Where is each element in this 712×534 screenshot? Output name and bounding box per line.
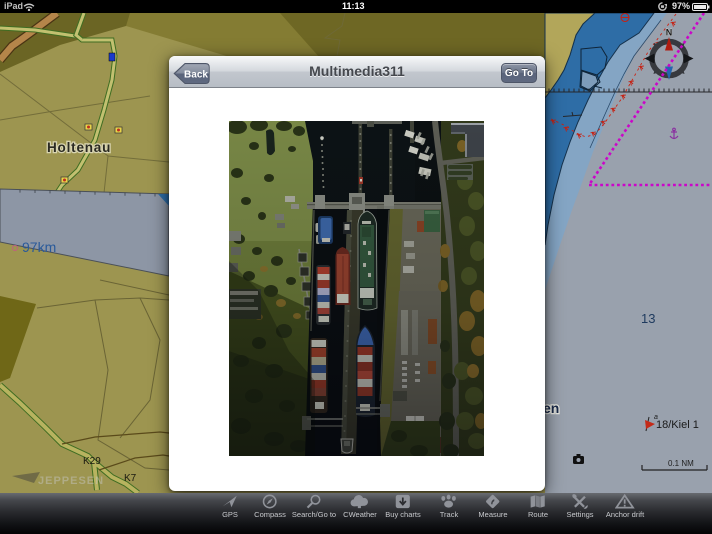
svg-text:Back: Back xyxy=(184,70,208,81)
svg-text:N: N xyxy=(666,28,673,38)
svg-text:JEPPESEN: JEPPESEN xyxy=(38,475,104,487)
svg-text:0.1 NM: 0.1 NM xyxy=(668,459,694,468)
svg-text:en: en xyxy=(543,400,559,416)
svg-text:a: a xyxy=(654,414,658,421)
svg-text:97km: 97km xyxy=(22,239,56,255)
svg-text:13: 13 xyxy=(641,311,655,326)
svg-text:Holtenau: Holtenau xyxy=(47,140,111,155)
svg-text:18/Kiel 1: 18/Kiel 1 xyxy=(656,419,699,431)
svg-text:K7: K7 xyxy=(124,473,137,484)
svg-text:K29: K29 xyxy=(83,456,101,467)
